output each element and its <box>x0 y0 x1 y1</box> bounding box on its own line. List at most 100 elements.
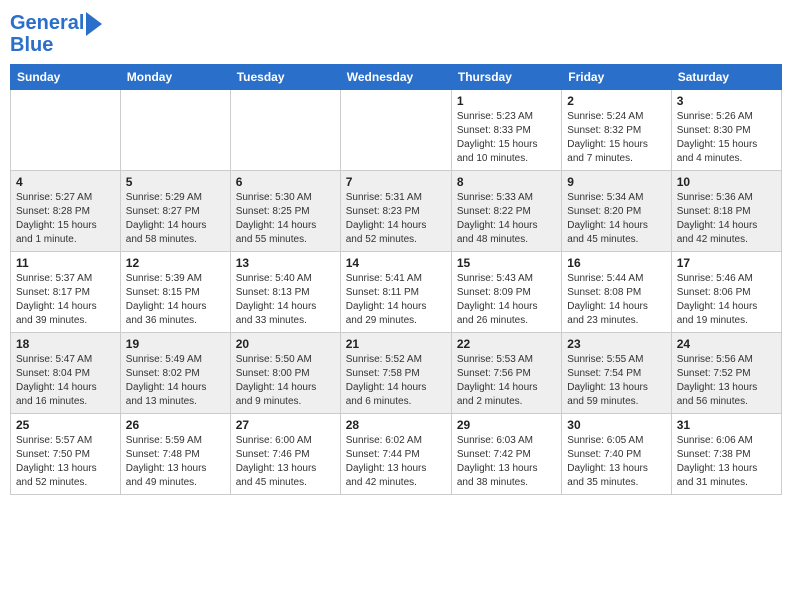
header-thursday: Thursday <box>451 65 561 90</box>
day-number: 19 <box>126 337 225 351</box>
day-number: 27 <box>236 418 335 432</box>
header-wednesday: Wednesday <box>340 65 451 90</box>
day-info: Sunrise: 5:46 AM Sunset: 8:06 PM Dayligh… <box>677 272 776 328</box>
day-number: 5 <box>126 175 225 189</box>
day-info: Sunrise: 5:43 AM Sunset: 8:09 PM Dayligh… <box>457 272 556 328</box>
day-cell: 14 Sunrise: 5:41 AM Sunset: 8:11 PM Dayli… <box>340 252 451 333</box>
day-number: 1 <box>457 94 556 108</box>
day-info: Sunrise: 6:00 AM Sunset: 7:46 PM Dayligh… <box>236 434 335 490</box>
day-number: 3 <box>677 94 776 108</box>
day-info: Sunrise: 5:59 AM Sunset: 7:48 PM Dayligh… <box>126 434 225 490</box>
day-info: Sunrise: 5:52 AM Sunset: 7:58 PM Dayligh… <box>346 353 446 409</box>
day-info: Sunrise: 5:53 AM Sunset: 7:56 PM Dayligh… <box>457 353 556 409</box>
day-number: 30 <box>567 418 665 432</box>
day-info: Sunrise: 5:24 AM Sunset: 8:32 PM Dayligh… <box>567 110 665 166</box>
logo-general: General <box>10 12 84 34</box>
day-number: 17 <box>677 256 776 270</box>
day-number: 29 <box>457 418 556 432</box>
day-cell: 10Sunrise: 5:36 AM Sunset: 8:18 PM Dayli… <box>671 171 781 252</box>
day-cell: 9 Sunrise: 5:34 AM Sunset: 8:20 PM Daylig… <box>562 171 671 252</box>
day-info: Sunrise: 5:37 AM Sunset: 8:17 PM Dayligh… <box>16 272 115 328</box>
day-info: Sunrise: 5:26 AM Sunset: 8:30 PM Dayligh… <box>677 110 776 166</box>
header-sunday: Sunday <box>11 65 121 90</box>
day-number: 13 <box>236 256 335 270</box>
day-number: 6 <box>236 175 335 189</box>
day-cell: 11 Sunrise: 5:37 AM Sunset: 8:17 PM Dayli… <box>11 252 121 333</box>
day-number: 10 <box>677 175 776 189</box>
day-number: 16 <box>567 256 665 270</box>
day-info: Sunrise: 5:23 AM Sunset: 8:33 PM Dayligh… <box>457 110 556 166</box>
day-number: 24 <box>677 337 776 351</box>
page-header: General Blue <box>10 10 782 56</box>
day-number: 22 <box>457 337 556 351</box>
day-info: Sunrise: 5:50 AM Sunset: 8:00 PM Dayligh… <box>236 353 335 409</box>
day-info: Sunrise: 5:33 AM Sunset: 8:22 PM Dayligh… <box>457 191 556 247</box>
day-info: Sunrise: 5:40 AM Sunset: 8:13 PM Dayligh… <box>236 272 335 328</box>
calendar-header-row: SundayMondayTuesdayWednesdayThursdayFrid… <box>11 65 782 90</box>
day-number: 20 <box>236 337 335 351</box>
day-number: 15 <box>457 256 556 270</box>
day-number: 21 <box>346 337 446 351</box>
week-row-3: 11 Sunrise: 5:37 AM Sunset: 8:17 PM Dayli… <box>11 252 782 333</box>
day-cell <box>120 90 230 171</box>
header-tuesday: Tuesday <box>230 65 340 90</box>
logo-text: General <box>10 12 84 34</box>
day-number: 2 <box>567 94 665 108</box>
day-info: Sunrise: 5:30 AM Sunset: 8:25 PM Dayligh… <box>236 191 335 247</box>
day-info: Sunrise: 5:34 AM Sunset: 8:20 PM Dayligh… <box>567 191 665 247</box>
week-row-5: 25 Sunrise: 5:57 AM Sunset: 7:50 PM Dayli… <box>11 414 782 495</box>
day-number: 11 <box>16 256 115 270</box>
day-number: 23 <box>567 337 665 351</box>
day-cell: 25 Sunrise: 5:57 AM Sunset: 7:50 PM Dayli… <box>11 414 121 495</box>
day-cell: 18Sunrise: 5:47 AM Sunset: 8:04 PM Dayli… <box>11 333 121 414</box>
day-cell: 2 Sunrise: 5:24 AM Sunset: 8:32 PM Daylig… <box>562 90 671 171</box>
day-info: Sunrise: 5:55 AM Sunset: 7:54 PM Dayligh… <box>567 353 665 409</box>
day-info: Sunrise: 5:56 AM Sunset: 7:52 PM Dayligh… <box>677 353 776 409</box>
day-info: Sunrise: 5:47 AM Sunset: 8:04 PM Dayligh… <box>16 353 115 409</box>
day-cell: 4Sunrise: 5:27 AM Sunset: 8:28 PM Daylig… <box>11 171 121 252</box>
header-saturday: Saturday <box>671 65 781 90</box>
day-number: 7 <box>346 175 446 189</box>
day-number: 9 <box>567 175 665 189</box>
day-info: Sunrise: 5:44 AM Sunset: 8:08 PM Dayligh… <box>567 272 665 328</box>
day-cell: 3 Sunrise: 5:26 AM Sunset: 8:30 PM Daylig… <box>671 90 781 171</box>
day-info: Sunrise: 5:49 AM Sunset: 8:02 PM Dayligh… <box>126 353 225 409</box>
week-row-2: 4Sunrise: 5:27 AM Sunset: 8:28 PM Daylig… <box>11 171 782 252</box>
day-number: 14 <box>346 256 446 270</box>
day-cell: 22 Sunrise: 5:53 AM Sunset: 7:56 PM Dayli… <box>451 333 561 414</box>
day-cell: 5 Sunrise: 5:29 AM Sunset: 8:27 PM Daylig… <box>120 171 230 252</box>
logo: General Blue <box>10 10 102 56</box>
day-cell: 6 Sunrise: 5:30 AM Sunset: 8:25 PM Daylig… <box>230 171 340 252</box>
day-info: Sunrise: 6:03 AM Sunset: 7:42 PM Dayligh… <box>457 434 556 490</box>
day-cell: 20 Sunrise: 5:50 AM Sunset: 8:00 PM Dayli… <box>230 333 340 414</box>
day-cell: 1 Sunrise: 5:23 AM Sunset: 8:33 PM Daylig… <box>451 90 561 171</box>
day-info: Sunrise: 6:05 AM Sunset: 7:40 PM Dayligh… <box>567 434 665 490</box>
day-number: 25 <box>16 418 115 432</box>
day-cell: 15 Sunrise: 5:43 AM Sunset: 8:09 PM Dayli… <box>451 252 561 333</box>
day-cell: 30 Sunrise: 6:05 AM Sunset: 7:40 PM Dayli… <box>562 414 671 495</box>
day-info: Sunrise: 6:06 AM Sunset: 7:38 PM Dayligh… <box>677 434 776 490</box>
day-cell: 27 Sunrise: 6:00 AM Sunset: 7:46 PM Dayli… <box>230 414 340 495</box>
day-number: 28 <box>346 418 446 432</box>
logo-arrow-icon <box>86 12 102 36</box>
day-cell: 8Sunrise: 5:33 AM Sunset: 8:22 PM Daylig… <box>451 171 561 252</box>
calendar-table: SundayMondayTuesdayWednesdayThursdayFrid… <box>10 64 782 495</box>
day-info: Sunrise: 5:57 AM Sunset: 7:50 PM Dayligh… <box>16 434 115 490</box>
day-cell <box>11 90 121 171</box>
week-row-1: 1 Sunrise: 5:23 AM Sunset: 8:33 PM Daylig… <box>11 90 782 171</box>
day-number: 31 <box>677 418 776 432</box>
header-monday: Monday <box>120 65 230 90</box>
day-cell: 19 Sunrise: 5:49 AM Sunset: 8:02 PM Dayli… <box>120 333 230 414</box>
header-friday: Friday <box>562 65 671 90</box>
day-cell: 17 Sunrise: 5:46 AM Sunset: 8:06 PM Dayli… <box>671 252 781 333</box>
day-number: 26 <box>126 418 225 432</box>
day-cell: 7Sunrise: 5:31 AM Sunset: 8:23 PM Daylig… <box>340 171 451 252</box>
day-cell: 12Sunrise: 5:39 AM Sunset: 8:15 PM Dayli… <box>120 252 230 333</box>
day-cell: 26 Sunrise: 5:59 AM Sunset: 7:48 PM Dayli… <box>120 414 230 495</box>
day-cell: 16 Sunrise: 5:44 AM Sunset: 8:08 PM Dayli… <box>562 252 671 333</box>
day-number: 4 <box>16 175 115 189</box>
day-cell: 24 Sunrise: 5:56 AM Sunset: 7:52 PM Dayli… <box>671 333 781 414</box>
day-info: Sunrise: 5:29 AM Sunset: 8:27 PM Dayligh… <box>126 191 225 247</box>
day-cell <box>340 90 451 171</box>
day-info: Sunrise: 5:41 AM Sunset: 8:11 PM Dayligh… <box>346 272 446 328</box>
